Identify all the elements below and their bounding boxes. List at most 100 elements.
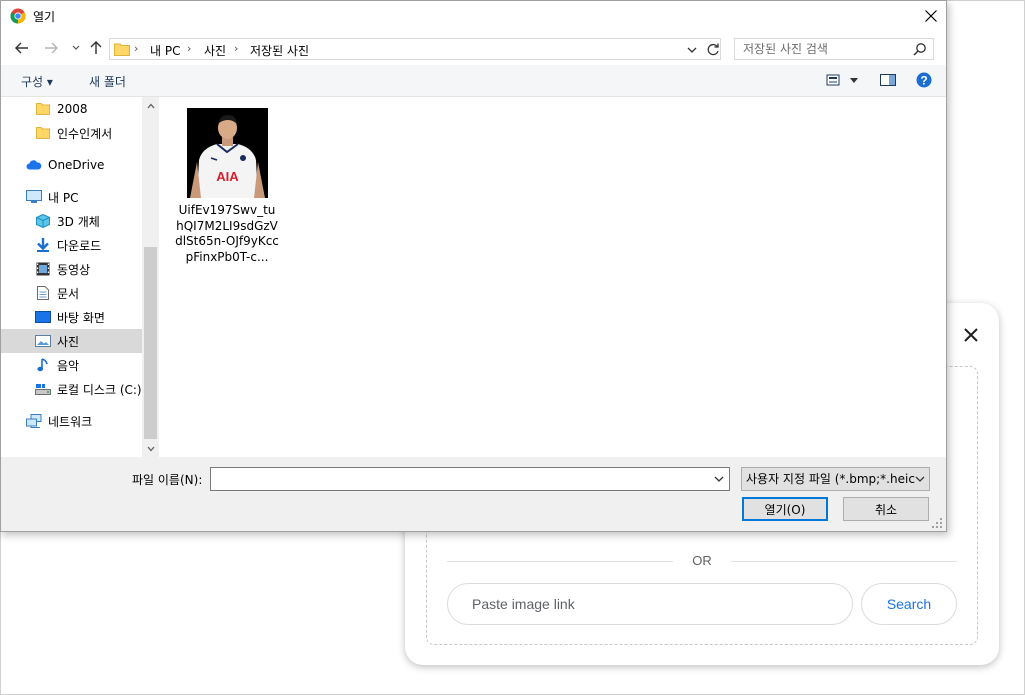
drive-icon xyxy=(35,381,51,397)
tree-item-label: 음악 xyxy=(57,358,80,373)
divider-line-right xyxy=(731,561,957,562)
dialog-title: 열기 xyxy=(33,10,56,24)
chevron-down-icon[interactable] xyxy=(713,473,725,485)
preview-pane-icon[interactable] xyxy=(880,73,896,87)
file-item-name: UifEv197Swv_tuhQI7M2LI9sdGzVdlSt65n-OJf9… xyxy=(175,203,279,264)
computer-icon xyxy=(26,189,42,205)
dialog-close-button[interactable] xyxy=(917,4,945,28)
folder-search-input[interactable] xyxy=(734,38,934,60)
tree-item-onedrive[interactable]: OneDrive xyxy=(1,153,142,177)
file-item[interactable]: AIA UifEv197Swv_tuhQI7M2LI9sdGzVdlSt65n-… xyxy=(175,103,279,264)
video-icon xyxy=(35,261,51,277)
tree-item-desktop[interactable]: 바탕 화면 xyxy=(1,305,142,329)
breadcrumb-separator: › xyxy=(187,42,192,55)
tree-item-network[interactable]: 네트워크 xyxy=(1,409,142,433)
tree-item-local-disk[interactable]: 로컬 디스크 (C:) xyxy=(1,377,142,401)
up-button[interactable] xyxy=(87,39,105,57)
arrow-left-icon xyxy=(15,42,28,54)
close-icon xyxy=(925,10,937,22)
forward-button[interactable] xyxy=(42,39,60,57)
breadcrumb-separator: › xyxy=(134,42,139,55)
chevron-down-icon[interactable] xyxy=(685,43,699,57)
download-icon xyxy=(35,237,51,253)
tree-item-label: 인수인계서 xyxy=(57,126,113,141)
navigation-pane: 2008 인수인계서 OneDrive 내 PC 3D 개체 다운로드 동영상 xyxy=(1,97,159,457)
image-link-input[interactable] xyxy=(447,583,853,625)
thumbnail-logo-text: AIA xyxy=(216,169,239,184)
tree-item-downloads[interactable]: 다운로드 xyxy=(1,233,142,257)
close-icon xyxy=(964,328,978,342)
breadcrumb-item-pictures[interactable]: 사진 xyxy=(204,42,226,59)
tree-item-videos[interactable]: 동영상 xyxy=(1,257,142,281)
tree-item-label: 내 PC xyxy=(48,190,79,205)
scroll-up-button[interactable] xyxy=(142,97,159,114)
cloud-icon xyxy=(26,157,42,173)
chevron-down-icon xyxy=(72,45,80,50)
file-type-filter[interactable]: 사용자 지정 파일 (*.bmp;*.heic xyxy=(741,467,930,491)
folder-icon xyxy=(35,125,51,141)
view-mode-icon[interactable] xyxy=(826,73,840,87)
or-text: OR xyxy=(692,553,712,568)
help-icon[interactable]: ? xyxy=(916,72,932,88)
search-icon[interactable] xyxy=(913,42,927,56)
photo-thumbnail-icon: AIA xyxy=(187,108,268,198)
tree-item-music[interactable]: 음악 xyxy=(1,353,142,377)
filename-input[interactable] xyxy=(210,467,730,491)
tree-item-label: 3D 개체 xyxy=(57,214,100,229)
tree-item-label: 문서 xyxy=(57,286,80,301)
address-bar[interactable]: › 내 PC › 사진 › 저장된 사진 xyxy=(109,38,721,60)
music-icon xyxy=(35,357,51,373)
tree-item-3d-objects[interactable]: 3D 개체 xyxy=(1,209,142,233)
tree-item-label: 바탕 화면 xyxy=(57,310,105,325)
tree-item-label: OneDrive xyxy=(48,158,105,172)
breadcrumb-item-saved-pictures[interactable]: 저장된 사진 xyxy=(250,42,309,59)
tree-item-label: 로컬 디스크 (C:) xyxy=(57,382,142,397)
folder-icon xyxy=(35,101,51,117)
navigation-bar: › 내 PC › 사진 › 저장된 사진 xyxy=(1,31,946,65)
lens-close-button[interactable] xyxy=(959,323,983,347)
file-open-dialog: 열기 › 내 PC › 사진 › 저장된 사진 저장된 사진 검색 구성 ▾ 새… xyxy=(0,0,947,532)
dialog-footer: 파일 이름(N): 사용자 지정 파일 (*.bmp;*.heic 열기(O) … xyxy=(1,457,946,531)
chevron-up-icon xyxy=(147,103,154,108)
tree-item-label: 네트워크 xyxy=(48,414,93,429)
document-icon xyxy=(35,285,51,301)
desktop-icon xyxy=(35,309,51,325)
tree-item-label: 동영상 xyxy=(57,262,91,277)
tree-item-label: 2008 xyxy=(57,102,88,116)
arrow-right-icon xyxy=(45,42,58,54)
or-divider: OR xyxy=(447,553,957,569)
new-folder-button[interactable]: 새 폴더 xyxy=(89,73,126,90)
recent-locations-button[interactable] xyxy=(67,39,85,57)
command-toolbar: 구성 ▾ 새 폴더 ? xyxy=(1,65,946,97)
tree-item-documents[interactable]: 문서 xyxy=(1,281,142,305)
image-thumbnail: AIA xyxy=(187,108,268,198)
back-button[interactable] xyxy=(13,39,31,57)
open-button[interactable]: 열기(O) xyxy=(742,497,828,521)
chrome-icon xyxy=(10,8,26,24)
svg-text:?: ? xyxy=(920,74,927,88)
search-button[interactable]: Search xyxy=(861,583,957,625)
chevron-down-icon xyxy=(147,446,154,451)
chevron-down-icon[interactable] xyxy=(850,78,858,84)
tree-item-2008[interactable]: 2008 xyxy=(1,97,142,121)
cube-icon xyxy=(35,213,51,229)
nav-pane-scrollbar[interactable] xyxy=(142,97,159,457)
organize-menu[interactable]: 구성 ▾ xyxy=(21,73,53,90)
scroll-down-button[interactable] xyxy=(142,440,159,457)
tree-item-pictures[interactable]: 사진 xyxy=(1,329,142,353)
tree-item-label: 사진 xyxy=(57,334,80,349)
tree-item-my-pc[interactable]: 내 PC xyxy=(1,185,142,209)
network-icon xyxy=(26,413,42,429)
scrollbar-thumb[interactable] xyxy=(144,247,157,439)
filename-label: 파일 이름(N): xyxy=(132,473,203,487)
tree-item-label: 다운로드 xyxy=(57,238,102,253)
resize-grip-icon[interactable] xyxy=(931,517,943,529)
dialog-titlebar: 열기 xyxy=(1,1,946,31)
chevron-down-icon[interactable] xyxy=(914,473,926,485)
arrow-up-icon xyxy=(90,41,102,54)
cancel-button[interactable]: 취소 xyxy=(843,497,929,521)
refresh-icon[interactable] xyxy=(705,42,721,58)
tree-item-handover[interactable]: 인수인계서 xyxy=(1,121,142,145)
file-list-area[interactable]: AIA UifEv197Swv_tuhQI7M2LI9sdGzVdlSt65n-… xyxy=(159,97,946,457)
breadcrumb-item-my-pc[interactable]: 내 PC xyxy=(150,42,180,59)
